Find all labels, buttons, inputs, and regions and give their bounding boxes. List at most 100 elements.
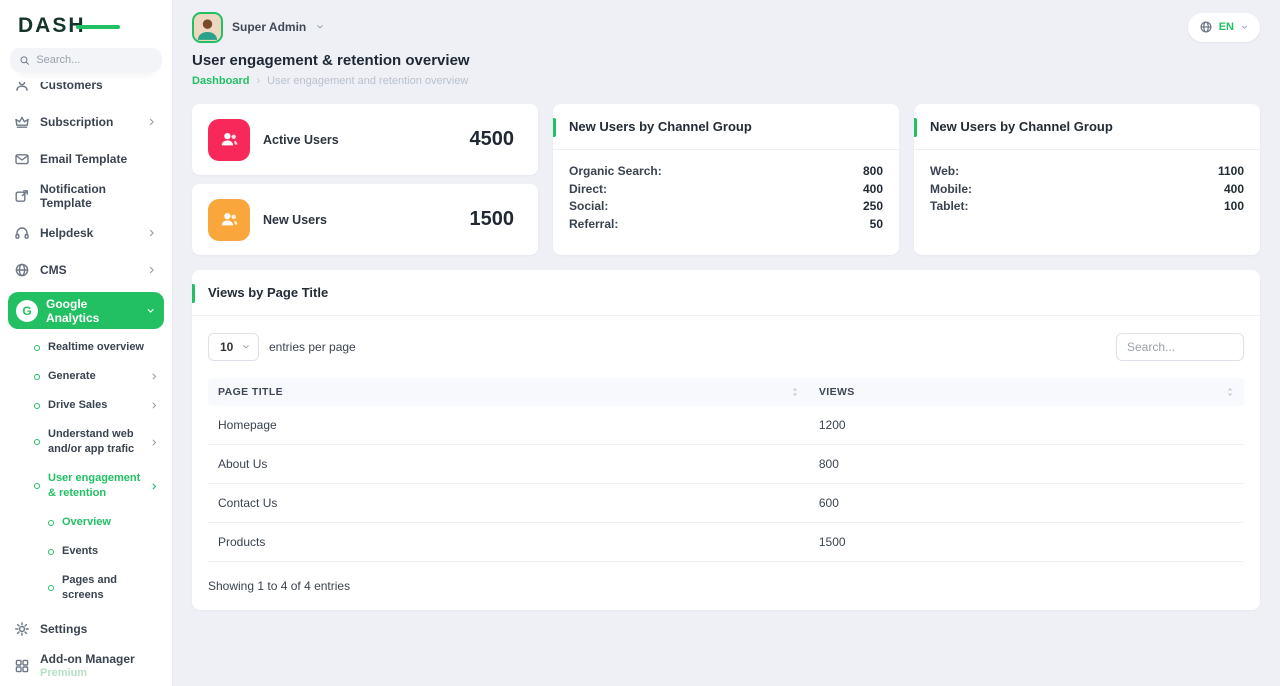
bullet-icon (34, 345, 40, 351)
sidebar-item-subscription[interactable]: Subscription (8, 103, 164, 140)
sort-icon (791, 386, 799, 398)
cell-views: 1500 (809, 523, 1244, 562)
entries-per-page-wrap: 10 (208, 333, 259, 361)
card-title: New Users by Channel Group (914, 104, 1260, 150)
helpdesk-icon (14, 225, 30, 241)
channel-row: Tablet:100 (930, 198, 1244, 216)
table-row: Contact Us 600 (208, 484, 1244, 523)
column-header-page-title[interactable]: PAGE TITLE (208, 378, 809, 406)
sidebar-item-email-template[interactable]: Email Template (8, 140, 164, 177)
stat-value: 1500 (470, 208, 515, 231)
users-icon (208, 119, 250, 161)
column-header-views[interactable]: VIEWS (809, 378, 1244, 406)
channel-row: Social:250 (569, 198, 883, 216)
bullet-icon (34, 439, 40, 445)
logo[interactable]: DASH (0, 0, 172, 44)
stat-label: New Users (263, 213, 470, 227)
views-by-page-title-card: Views by Page Title 10 entries per page … (192, 270, 1260, 610)
search-icon (19, 54, 30, 67)
customers-icon (14, 82, 30, 93)
sidebar-item-pages-and-screens[interactable]: Pages and screens (8, 566, 164, 610)
users-icon (208, 199, 250, 241)
sidebar-item-drive-sales[interactable]: Drive Sales (8, 391, 164, 420)
channel-row: Web:1100 (930, 163, 1244, 181)
card-title: New Users by Channel Group (553, 104, 899, 150)
bullet-icon (34, 403, 40, 409)
sidebar-item-cms[interactable]: CMS (8, 251, 164, 288)
subscription-icon (14, 114, 30, 130)
table-header-row: PAGE TITLE VIEWS (208, 378, 1244, 406)
bullet-icon (34, 483, 40, 489)
sidebar-item-understand-traffic[interactable]: Understand web and/or app trafic (8, 420, 164, 464)
sidebar-item-label: Google Analytics (46, 297, 137, 325)
bullet-icon (34, 374, 40, 380)
table-controls: 10 entries per page (192, 316, 1260, 378)
sidebar: DASH Customers Subscription Email Templa… (0, 0, 172, 686)
sidebar-search (10, 48, 162, 72)
sidebar-item-helpdesk[interactable]: Helpdesk (8, 214, 164, 251)
sidebar-item-customers[interactable]: Customers (8, 82, 164, 103)
sidebar-item-overview[interactable]: Overview (8, 508, 164, 537)
stats-row: Active Users 4500 New Users 1500 New Use… (192, 104, 1260, 255)
channel-row: Direct:400 (569, 181, 883, 199)
chevron-right-icon (149, 371, 160, 382)
premium-badge: Premium (40, 666, 158, 680)
sidebar-nav: Customers Subscription Email Template No… (0, 82, 172, 686)
cell-page-title: Homepage (208, 406, 809, 445)
card-title: Views by Page Title (192, 270, 1260, 316)
sidebar-item-label: Notification Template (40, 182, 158, 210)
chevron-down-icon (145, 305, 156, 317)
chevron-right-icon (149, 437, 160, 448)
sidebar-item-label: Helpdesk (40, 226, 136, 240)
stat-cards-column: Active Users 4500 New Users 1500 (192, 104, 538, 255)
cms-icon (14, 262, 30, 278)
sort-icon (1226, 386, 1234, 398)
table-search-input[interactable] (1116, 333, 1244, 361)
sidebar-item-realtime-overview[interactable]: Realtime overview (8, 333, 164, 362)
bullet-icon (48, 549, 54, 555)
views-table: PAGE TITLE VIEWS Homepage 1200 (208, 378, 1244, 562)
sidebar-item-user-engagement-retention[interactable]: User engagement & retention (8, 464, 164, 508)
sidebar-item-events[interactable]: Events (8, 537, 164, 566)
channel-row: Organic Search:800 (569, 163, 883, 181)
cell-views: 1200 (809, 406, 1244, 445)
avatar (192, 12, 223, 43)
cell-page-title: Contact Us (208, 484, 809, 523)
cell-views: 800 (809, 445, 1244, 484)
table-row: Homepage 1200 (208, 406, 1244, 445)
sidebar-item-google-analytics[interactable]: G Google Analytics (8, 292, 164, 329)
channel-card-body: Organic Search:800 Direct:400 Social:250… (553, 150, 899, 246)
chevron-right-icon (149, 481, 160, 492)
cell-page-title: About Us (208, 445, 809, 484)
logo-accent (76, 25, 120, 29)
globe-icon (1199, 20, 1213, 34)
breadcrumb-dashboard-link[interactable]: Dashboard (192, 75, 249, 87)
breadcrumb-current: User engagement and retention overview (267, 75, 468, 87)
page-title: User engagement & retention overview (192, 52, 1260, 69)
google-icon: G (16, 300, 38, 322)
sidebar-item-generate[interactable]: Generate (8, 362, 164, 391)
sidebar-item-addon-manager[interactable]: Add-on Manager Premium (8, 647, 164, 684)
channel-row: Mobile:400 (930, 181, 1244, 199)
notification-template-icon (14, 188, 30, 204)
sidebar-search-input[interactable] (36, 54, 153, 66)
breadcrumb-separator: › (256, 75, 260, 87)
bullet-icon (48, 520, 54, 526)
user-menu[interactable]: Super Admin (192, 12, 325, 43)
topbar: Super Admin EN (192, 0, 1260, 46)
chevron-down-icon (315, 22, 325, 32)
stat-label: Active Users (263, 133, 470, 147)
chevron-right-icon (146, 264, 158, 276)
entries-per-page-select[interactable]: 10 (208, 333, 259, 361)
channel-card-body: Web:1100 Mobile:400 Tablet:100 (914, 150, 1260, 229)
table-row: About Us 800 (208, 445, 1244, 484)
chevron-right-icon (146, 116, 158, 128)
stat-card-new-users: New Users 1500 (192, 184, 538, 255)
sidebar-item-settings[interactable]: Settings (8, 610, 164, 647)
chevron-right-icon (149, 400, 160, 411)
main-content: Super Admin EN User engagement & retenti… (172, 0, 1280, 686)
stat-card-active-users: Active Users 4500 (192, 104, 538, 175)
stat-value: 4500 (470, 128, 515, 151)
sidebar-item-notification-template[interactable]: Notification Template (8, 177, 164, 214)
language-selector[interactable]: EN (1188, 13, 1260, 42)
